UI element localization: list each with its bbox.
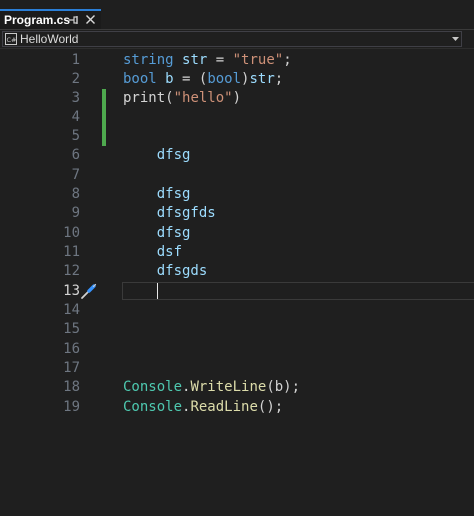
navigation-bar: C# HelloWorld xyxy=(0,30,474,48)
close-icon[interactable] xyxy=(85,14,96,25)
line-number: 11 xyxy=(63,244,80,260)
code-line: dfsg xyxy=(123,186,191,202)
code-line: dfsg xyxy=(123,147,191,163)
line-number-gutter: 1 2 3 4 5 6 7 8 9 10 11 12 13 14 15 16 1… xyxy=(0,49,80,516)
line-number: 2 xyxy=(71,71,80,87)
svg-text:C#: C# xyxy=(7,36,17,44)
code-area[interactable]: string str = "true"; bool b = (bool)str;… xyxy=(123,49,474,516)
change-indicator-bar xyxy=(102,89,106,146)
line-number: 3 xyxy=(71,90,80,106)
line-number: 6 xyxy=(71,147,80,163)
code-line: dfsg xyxy=(123,225,191,241)
punctuation-token: ) xyxy=(232,90,242,106)
line-number: 1 xyxy=(71,52,80,68)
project-name: HelloWorld xyxy=(20,32,79,46)
line-number: 19 xyxy=(63,399,80,415)
line-number: 16 xyxy=(63,341,80,357)
code-line: Console.WriteLine(b); xyxy=(123,378,300,397)
identifier-token: str xyxy=(182,52,208,68)
code-line: bool b = (bool)str; xyxy=(123,70,283,89)
identifier-token: str xyxy=(249,71,275,87)
code-line: print("hello") xyxy=(123,89,241,108)
pin-icon[interactable] xyxy=(67,13,79,27)
line-number: 8 xyxy=(71,186,80,202)
operator-token: = ( xyxy=(173,71,208,87)
function-token: print xyxy=(123,90,166,106)
arguments-token: (b); xyxy=(266,379,301,395)
line-number: 17 xyxy=(63,360,80,376)
code-line: dfsgds xyxy=(123,263,208,279)
line-number: 9 xyxy=(71,205,80,221)
class-token: Console xyxy=(123,399,183,415)
line-number: 7 xyxy=(71,167,80,183)
punctuation-token: ( xyxy=(165,90,174,106)
code-line: string str = "true"; xyxy=(123,51,292,70)
method-token: ReadLine xyxy=(190,399,258,415)
keyword-token: bool xyxy=(207,71,242,87)
line-number: 12 xyxy=(63,263,80,279)
operator-token: = xyxy=(207,52,233,68)
tab-program-cs[interactable]: Program.cs xyxy=(0,9,101,30)
line-number: 4 xyxy=(71,109,80,125)
class-token: Console xyxy=(123,379,183,395)
document-tab-strip: Program.cs xyxy=(0,0,474,30)
arguments-token: (); xyxy=(257,399,284,415)
line-number: 14 xyxy=(63,302,80,318)
punctuation-token: ; xyxy=(274,71,284,87)
keyword-token: string xyxy=(123,52,174,68)
line-number-current: 13 xyxy=(63,283,80,299)
method-token: WriteLine xyxy=(190,379,267,395)
tab-title: Program.cs xyxy=(4,13,71,27)
code-line: dsf xyxy=(123,244,183,260)
line-number: 10 xyxy=(63,225,80,241)
csharp-project-icon: C# xyxy=(5,33,17,45)
code-line: dfsgfds xyxy=(123,205,216,221)
string-token: "hello" xyxy=(173,90,233,106)
line-number: 18 xyxy=(63,379,80,395)
line-number: 15 xyxy=(63,321,80,337)
project-dropdown[interactable]: C# HelloWorld xyxy=(2,31,462,47)
keyword-token: bool xyxy=(123,71,157,87)
line-number: 5 xyxy=(71,128,80,144)
identifier-token: b xyxy=(165,71,174,87)
code-line: Console.ReadLine(); xyxy=(123,398,283,417)
code-editor[interactable]: 1 2 3 4 5 6 7 8 9 10 11 12 13 14 15 16 1… xyxy=(0,49,474,516)
string-token: "true" xyxy=(232,52,284,68)
chevron-down-icon[interactable] xyxy=(452,37,459,42)
screwdriver-icon[interactable] xyxy=(80,283,97,300)
code-editor-window: Program.cs C# HelloWorld 1 2 3 4 5 6 7 8… xyxy=(0,0,474,516)
punctuation-token: ; xyxy=(283,52,292,68)
